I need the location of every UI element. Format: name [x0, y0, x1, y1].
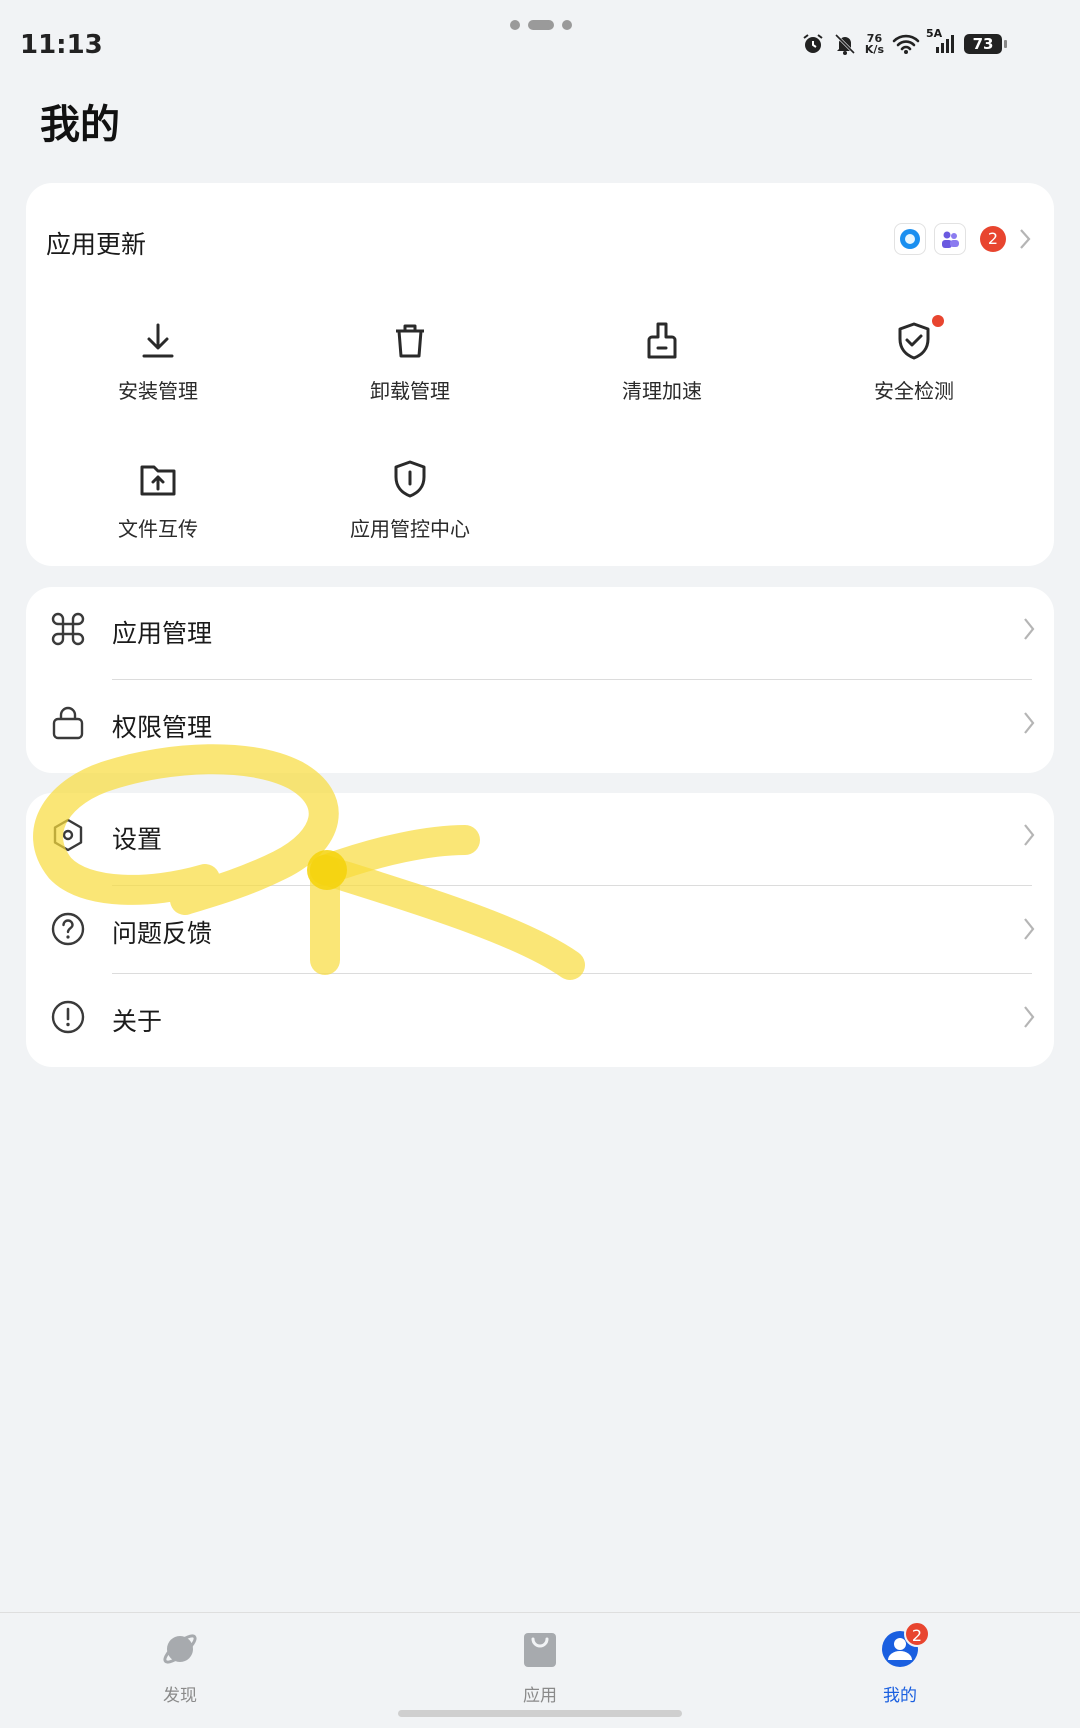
shield-check-icon — [814, 313, 1014, 361]
list-label: 设置 — [112, 825, 163, 854]
divider — [112, 885, 1032, 886]
lock-icon — [48, 703, 88, 743]
app-update-row[interactable]: 应用更新 2 — [26, 183, 1054, 293]
security-alert-dot — [932, 315, 944, 327]
alarm-icon — [801, 32, 825, 56]
list-item-app-manage[interactable]: 应用管理 — [26, 587, 1054, 673]
info-exclaim-icon — [48, 997, 88, 1037]
tool-label: 卸载管理 — [370, 379, 450, 403]
list-label: 问题反馈 — [112, 919, 213, 948]
page-title: 我的 — [40, 102, 120, 148]
chevron-right-icon — [1022, 821, 1036, 853]
home-indicator[interactable] — [398, 1710, 682, 1717]
chevron-right-icon — [1022, 615, 1036, 647]
chevron-right-icon — [1022, 1003, 1036, 1035]
tool-app-control-center[interactable]: 应用管控中心 — [310, 451, 510, 551]
tab-label: 我的 — [883, 1686, 917, 1706]
tool-security-check[interactable]: 安全检测 — [814, 313, 1014, 413]
tool-file-transfer[interactable]: 文件互传 — [58, 451, 258, 551]
management-card: 应用管理 权限管理 — [26, 587, 1054, 773]
multi-window-handle[interactable] — [510, 20, 572, 30]
list-label: 应用管理 — [112, 619, 213, 648]
tool-clean-speedup[interactable]: 清理加速 — [562, 313, 762, 413]
tab-label: 应用 — [523, 1686, 557, 1706]
net-speed: 76 K/s — [864, 32, 884, 56]
command-icon — [48, 609, 88, 649]
list-label: 关于 — [112, 1007, 163, 1036]
planet-icon — [120, 1625, 240, 1673]
tool-label: 清理加速 — [622, 379, 702, 403]
status-time: 11:13 — [20, 30, 103, 60]
list-item-feedback[interactable]: 问题反馈 — [26, 887, 1054, 973]
status-bar: 11:13 76 K/s 5A 73 — [0, 0, 1080, 80]
list-label: 权限管理 — [112, 713, 213, 742]
update-app-icon-1 — [894, 223, 926, 255]
update-app-icon-2 — [934, 223, 966, 255]
list-item-about[interactable]: 关于 — [26, 975, 1054, 1061]
app-update-summary: 2 — [894, 223, 1036, 255]
tool-label: 文件互传 — [118, 517, 198, 541]
chevron-right-icon — [1022, 915, 1036, 947]
tool-label: 应用管控中心 — [350, 517, 470, 541]
divider — [112, 679, 1032, 680]
list-item-settings[interactable]: 设置 — [26, 793, 1054, 879]
trash-icon — [310, 313, 510, 361]
shield-info-icon — [310, 451, 510, 499]
tools-card: 应用更新 2 安装管理 卸载管理 清理加速 安全检测 文件互传 应用管控中心 — [26, 183, 1054, 566]
brush-icon — [562, 313, 762, 361]
battery-indicator: 73 — [964, 34, 1007, 54]
app-update-title: 应用更新 — [46, 230, 147, 259]
user-icon: 2 — [840, 1621, 960, 1673]
chevron-right-icon — [1022, 709, 1036, 741]
tool-label: 安装管理 — [118, 379, 198, 403]
status-icons: 76 K/s 5A 73 — [801, 27, 1007, 56]
help-circle-icon — [48, 909, 88, 949]
download-icon — [58, 313, 258, 361]
update-count-badge: 2 — [980, 226, 1006, 252]
tab-apps[interactable]: 应用 — [480, 1625, 600, 1706]
tab-label: 发现 — [163, 1686, 197, 1706]
tab-discover[interactable]: 发现 — [120, 1625, 240, 1706]
tab-mine[interactable]: 2 我的 — [840, 1621, 960, 1706]
folder-upload-icon — [58, 451, 258, 499]
cellular-signal-icon: 5A — [926, 27, 956, 55]
misc-card: 设置 问题反馈 关于 — [26, 793, 1054, 1067]
tool-uninstall-manage[interactable]: 卸载管理 — [310, 313, 510, 413]
tab-badge: 2 — [904, 1621, 930, 1647]
list-item-permission-manage[interactable]: 权限管理 — [26, 681, 1054, 767]
mute-bell-icon — [833, 32, 857, 56]
settings-hex-icon — [48, 815, 88, 855]
wifi-icon — [892, 33, 920, 55]
divider — [112, 973, 1032, 974]
shopping-bag-icon — [480, 1625, 600, 1673]
tool-label: 安全检测 — [874, 379, 954, 403]
tool-install-manage[interactable]: 安装管理 — [58, 313, 258, 413]
chevron-right-icon — [1014, 225, 1036, 253]
